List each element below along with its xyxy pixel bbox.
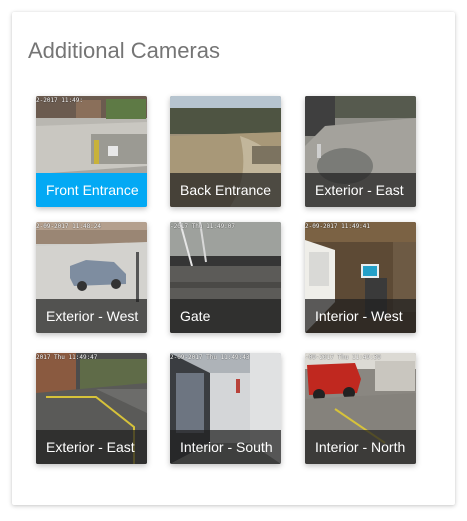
camera-label: Exterior - East	[305, 173, 416, 207]
camera-label: Gate	[170, 299, 281, 333]
camera-timestamp: -09-2017 Thu 11:49:39	[305, 354, 381, 361]
camera-label: Interior - West	[305, 299, 416, 333]
camera-tile-front-entrance[interactable]: 2-2017 11:49: Front Entrance	[36, 96, 147, 207]
camera-label: Exterior - East	[36, 430, 147, 464]
camera-label: Interior - South	[170, 430, 281, 464]
camera-timestamp: 2017 Thu 11:49:47	[36, 354, 98, 361]
camera-tile-interior-south[interactable]: 2-09-2017 Thu 11:49:43 Interior - South	[170, 353, 281, 464]
camera-label: Interior - North	[305, 430, 416, 464]
camera-timestamp: 2-09-2017 Thu 11:49:43	[170, 354, 250, 361]
camera-tile-interior-west[interactable]: 2-09-2017 11:49:41 Interior - West	[305, 222, 416, 333]
additional-cameras-card: Additional Cameras 2-2017 11:49: Front E…	[12, 12, 455, 505]
camera-tile-back-entrance[interactable]: Back Entrance	[170, 96, 281, 207]
camera-timestamp: -2017 Thu 11:49:07	[170, 223, 236, 230]
card-title: Additional Cameras	[28, 38, 220, 63]
camera-tile-exterior-west[interactable]: 2-09-2017 11:48:24 Exterior - West	[36, 222, 147, 333]
camera-timestamp: 2-09-2017 11:48:24	[36, 223, 102, 230]
camera-label: Front Entrance	[36, 173, 147, 207]
camera-timestamp: 2-2017 11:49:	[36, 97, 83, 104]
camera-label: Exterior - West	[36, 299, 147, 333]
camera-tile-gate[interactable]: -2017 Thu 11:49:07 Gate	[170, 222, 281, 333]
camera-tile-interior-north[interactable]: -09-2017 Thu 11:49:39 Interior - North	[305, 353, 416, 464]
camera-tile-exterior-east[interactable]: Exterior - East	[305, 96, 416, 207]
camera-timestamp: 2-09-2017 11:49:41	[305, 223, 371, 230]
camera-tile-exterior-east-2[interactable]: 2017 Thu 11:49:47 Exterior - East	[36, 353, 147, 464]
camera-label: Back Entrance	[170, 173, 281, 207]
